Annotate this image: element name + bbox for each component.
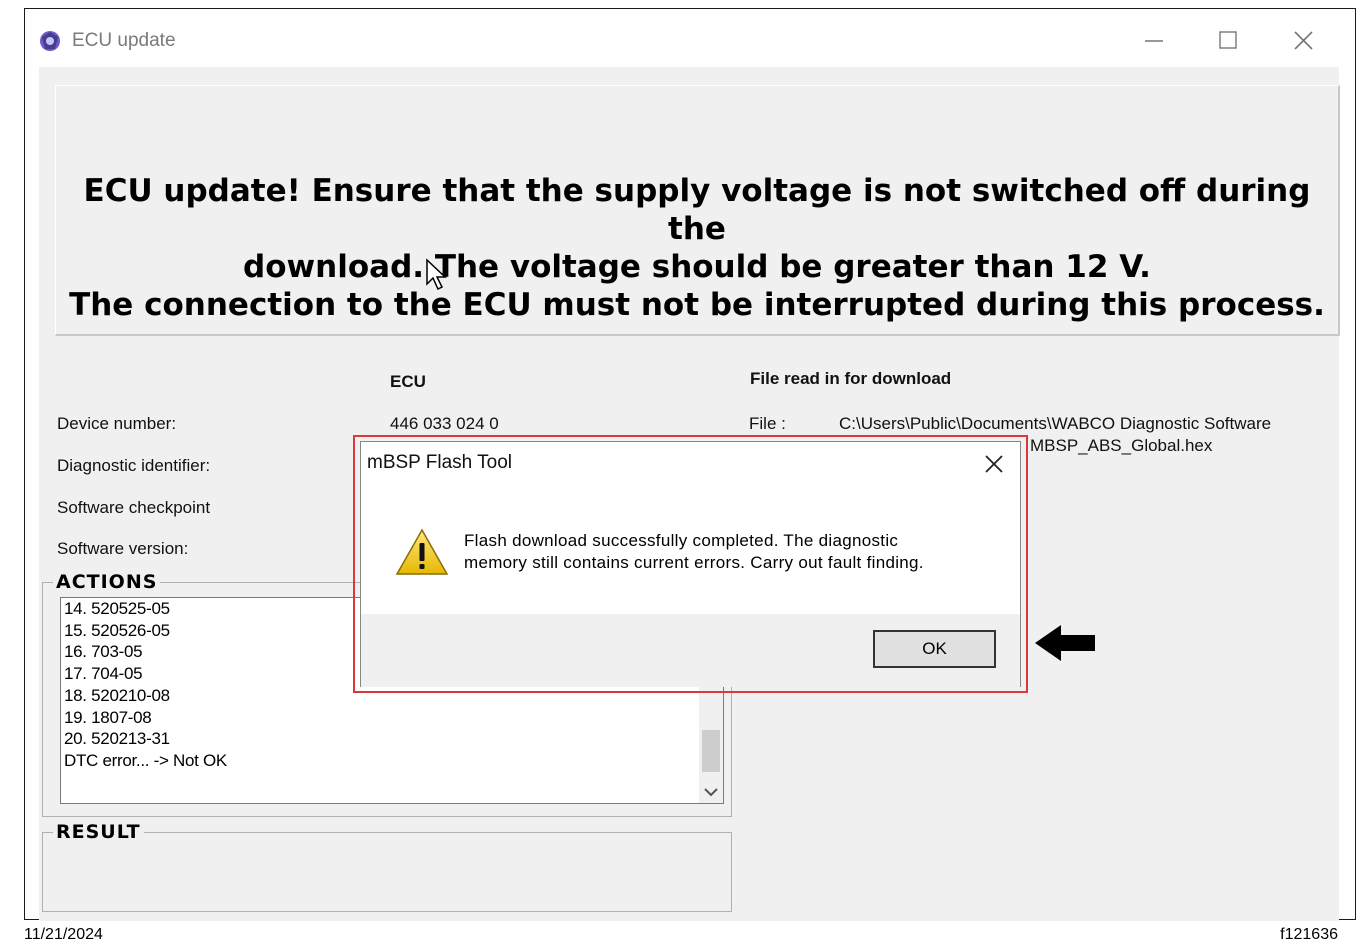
title-bar[interactable]: ECU update [25,9,1355,69]
file-path-line-2: MBSP_ABS_Global.hex [1030,436,1213,455]
diagnostic-identifier-label: Diagnostic identifier: [57,456,211,475]
close-icon[interactable] [982,452,1006,476]
ok-button[interactable]: OK [873,630,996,668]
arrow-left-icon [1035,625,1095,661]
software-version-label: Software version: [57,539,189,558]
list-item[interactable]: 19. 1807-08 [61,707,723,729]
file-column-header: File read in for download [750,369,952,388]
list-item[interactable]: DTC error... -> Not OK [61,750,723,772]
dialog-message-line-2: memory still contains current errors. Ca… [464,553,924,572]
device-number-value: 446 033 024 0 [390,414,499,433]
ecu-column-header: ECU [390,372,426,391]
flash-tool-dialog: mBSP Flash Tool Flash download successfu… [360,441,1021,687]
app-icon [40,31,60,51]
maximize-icon [1219,31,1237,49]
warning-icon [395,528,449,575]
mouse-cursor-icon [426,258,447,291]
dialog-message: Flash download successfully completed. T… [464,530,924,574]
software-checkpoint-label: Software checkpoint [57,498,211,517]
dialog-title: mBSP Flash Tool [367,452,513,473]
banner-text: ECU update! Ensure that the supply volta… [56,172,1338,324]
result-group: RESULT [42,821,732,912]
maximize-button[interactable] [1205,21,1251,61]
actions-group-title: ACTIONS [53,571,161,593]
file-label: File : [749,414,786,433]
close-button[interactable] [1281,21,1327,61]
banner-line-3: The connection to the ECU must not be in… [69,287,1325,323]
footer-figure-id: f121636 [1280,926,1338,943]
minimize-button[interactable] [1131,21,1177,61]
result-group-title: RESULT [53,821,144,843]
warning-banner: ECU update! Ensure that the supply volta… [55,85,1340,336]
scrollbar-thumb[interactable] [702,730,720,772]
dialog-button-bar: OK [361,614,1020,687]
chevron-down-icon[interactable] [704,787,718,797]
file-path-line-1: C:\Users\Public\Documents\WABCO Diagnost… [839,414,1272,433]
window-title: ECU update [72,30,176,51]
minimize-icon [1145,40,1163,42]
footer-date: 11/21/2024 [24,926,103,943]
banner-line-1: ECU update! Ensure that the supply volta… [83,173,1311,247]
dialog-message-line-1: Flash download successfully completed. T… [464,531,899,550]
banner-line-2: download. The voltage should be greater … [243,249,1151,285]
device-number-label: Device number: [57,414,177,433]
close-icon [1294,31,1313,50]
list-item[interactable]: 20. 520213-31 [61,728,723,750]
